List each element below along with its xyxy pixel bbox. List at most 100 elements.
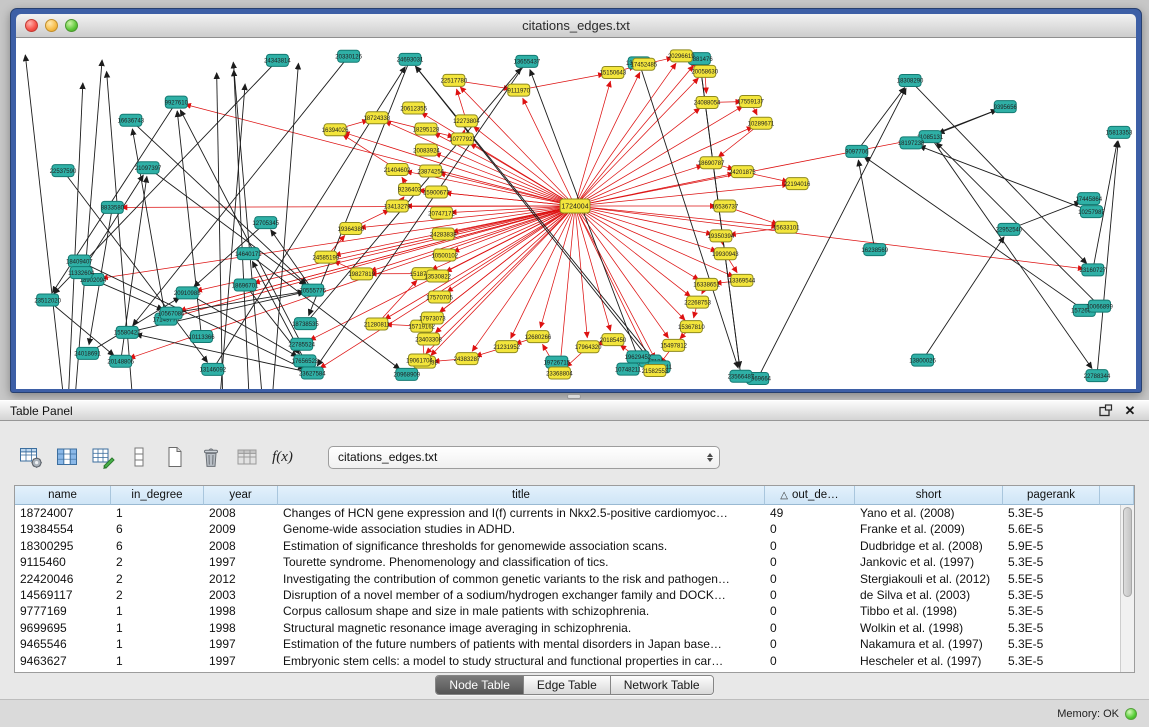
- column-header-out-degree[interactable]: △ out_de…: [765, 486, 855, 505]
- graph-edge-black[interactable]: [76, 60, 102, 389]
- show-columns-icon[interactable]: [54, 445, 79, 470]
- cell-pagerank[interactable]: 5.3E-5: [1003, 505, 1100, 521]
- graph-edge-red[interactable]: [121, 206, 575, 207]
- close-panel-icon[interactable]: ✕: [1121, 403, 1139, 419]
- cell-out_degree[interactable]: 0: [765, 571, 855, 587]
- tab-edge-table[interactable]: Edge Table: [524, 676, 611, 694]
- cell-pagerank[interactable]: 5.6E-5: [1003, 521, 1100, 537]
- cell-title[interactable]: Genome-wide association studies in ADHD.: [278, 521, 765, 537]
- cell-title[interactable]: Embryonic stem cells: a model to study s…: [278, 653, 765, 669]
- cell-short[interactable]: Franke et al. (2009): [855, 521, 1003, 537]
- graph-edge-black[interactable]: [248, 254, 399, 369]
- cell-title[interactable]: Structural magnetic resonance image aver…: [278, 620, 765, 636]
- table-row[interactable]: 1938455462009Genome-wide association stu…: [15, 521, 1134, 537]
- graph-edge-red[interactable]: [370, 206, 575, 271]
- column-header-year[interactable]: year: [204, 486, 278, 505]
- row-tools-icon[interactable]: [126, 445, 151, 470]
- graph-edge-red[interactable]: [519, 74, 604, 90]
- cell-out_degree[interactable]: 0: [765, 587, 855, 603]
- graph-edge-red[interactable]: [435, 153, 575, 206]
- merge-tables-icon[interactable]: [234, 445, 259, 470]
- cell-in_degree[interactable]: 1: [111, 636, 204, 652]
- graph-edge-black[interactable]: [25, 55, 62, 389]
- graph-edge-black[interactable]: [79, 261, 304, 369]
- cell-name[interactable]: 9777169: [15, 603, 111, 619]
- cell-out_degree[interactable]: 0: [765, 554, 855, 570]
- cell-year[interactable]: 1997: [204, 636, 278, 652]
- graph-edge-red[interactable]: [175, 206, 575, 317]
- graph-edge-black[interactable]: [864, 157, 1084, 311]
- graph-edge-black[interactable]: [234, 70, 249, 389]
- cell-year[interactable]: 2009: [204, 521, 278, 537]
- cell-title[interactable]: Tourette syndrome. Phenomenology and cla…: [278, 554, 765, 570]
- minimize-window-button[interactable]: [45, 19, 58, 32]
- cell-short[interactable]: Yano et al. (2008): [855, 505, 1003, 521]
- table-row[interactable]: 946554611997Estimation of the future num…: [15, 636, 1134, 652]
- network-window[interactable]: citations_edges.txt 20910988225375901873…: [10, 8, 1142, 393]
- table-row[interactable]: 977716911998Corpus callosum shape and si…: [15, 603, 1134, 619]
- cell-in_degree[interactable]: 1: [111, 505, 204, 521]
- cell-short[interactable]: Nakamura et al. (1997): [855, 636, 1003, 652]
- cell-out_degree[interactable]: 0: [765, 620, 855, 636]
- network-window-titlebar[interactable]: citations_edges.txt: [16, 14, 1136, 38]
- cell-year[interactable]: 1997: [204, 653, 278, 669]
- cell-title[interactable]: Estimation of the future numbers of pati…: [278, 636, 765, 652]
- graph-edge-red[interactable]: [575, 206, 691, 297]
- graph-edge-red[interactable]: [377, 280, 417, 324]
- cell-pagerank[interactable]: 5.3E-5: [1003, 636, 1100, 652]
- cell-year[interactable]: 2008: [204, 505, 278, 521]
- graph-edge-black[interactable]: [930, 137, 1092, 369]
- graph-edge-black[interactable]: [131, 120, 306, 284]
- graph-edge-black[interactable]: [187, 293, 297, 357]
- table-row[interactable]: 911546021997Tourette syndrome. Phenomeno…: [15, 554, 1134, 570]
- cell-name[interactable]: 19384554: [15, 521, 111, 537]
- cell-out_degree[interactable]: 0: [765, 653, 855, 669]
- cell-in_degree[interactable]: 1: [111, 603, 204, 619]
- delete-table-icon[interactable]: [198, 445, 223, 470]
- graph-edge-black[interactable]: [923, 237, 1004, 360]
- cell-year[interactable]: 2003: [204, 587, 278, 603]
- cell-short[interactable]: Dudbridge et al. (2008): [855, 538, 1003, 554]
- column-header-short[interactable]: short: [855, 486, 1003, 505]
- graph-edge-black[interactable]: [1097, 141, 1118, 375]
- graph-edge-red[interactable]: [575, 106, 743, 206]
- cell-name[interactable]: 9465546: [15, 636, 111, 652]
- table-row[interactable]: 2242004622012Investigating the contribut…: [15, 571, 1134, 587]
- cell-in_degree[interactable]: 2: [111, 587, 204, 603]
- table-row[interactable]: 1456911722003Disruption of a novel membe…: [15, 587, 1134, 603]
- cell-short[interactable]: Jankovic et al. (1997): [855, 554, 1003, 570]
- table-row[interactable]: 1830029562008Estimation of significance …: [15, 538, 1134, 554]
- cell-name[interactable]: 9699695: [15, 620, 111, 636]
- graph-edge-black[interactable]: [858, 160, 874, 249]
- cell-title[interactable]: Investigating the contribution of common…: [278, 571, 765, 587]
- cell-year[interactable]: 1998: [204, 620, 278, 636]
- cell-year[interactable]: 1997: [204, 554, 278, 570]
- float-panel-icon[interactable]: [1097, 403, 1115, 419]
- tab-network-table[interactable]: Network Table: [611, 676, 713, 694]
- cell-out_degree[interactable]: 49: [765, 505, 855, 521]
- cell-title[interactable]: Disruption of a novel member of a sodium…: [278, 587, 765, 603]
- table-settings-icon[interactable]: [18, 445, 43, 470]
- cell-pagerank[interactable]: 5.5E-5: [1003, 571, 1100, 587]
- cell-short[interactable]: Tibbo et al. (1998): [855, 603, 1003, 619]
- cell-short[interactable]: de Silva et al. (2003): [855, 587, 1003, 603]
- cell-pagerank[interactable]: 5.3E-5: [1003, 554, 1100, 570]
- cell-short[interactable]: Wolkin et al. (1998): [855, 620, 1003, 636]
- cell-in_degree[interactable]: 2: [111, 554, 204, 570]
- cell-pagerank[interactable]: 5.3E-5: [1003, 653, 1100, 669]
- cell-name[interactable]: 18724007: [15, 505, 111, 521]
- cell-title[interactable]: Estimation of significance thresholds fo…: [278, 538, 765, 554]
- cell-out_degree[interactable]: 0: [765, 636, 855, 652]
- function-builder-icon[interactable]: f(x): [270, 445, 295, 470]
- cell-in_degree[interactable]: 2: [111, 571, 204, 587]
- column-header-name[interactable]: name: [15, 486, 111, 505]
- network-graph[interactable]: 2091098822537590187385358833580171497752…: [16, 38, 1136, 389]
- close-window-button[interactable]: [25, 19, 38, 32]
- cell-year[interactable]: 2008: [204, 538, 278, 554]
- cell-name[interactable]: 9115460: [15, 554, 111, 570]
- cell-out_degree[interactable]: 0: [765, 521, 855, 537]
- cell-year[interactable]: 2012: [204, 571, 278, 587]
- cell-short[interactable]: Stergiakouli et al. (2012): [855, 571, 1003, 587]
- cell-out_degree[interactable]: 0: [765, 538, 855, 554]
- new-table-icon[interactable]: [162, 445, 187, 470]
